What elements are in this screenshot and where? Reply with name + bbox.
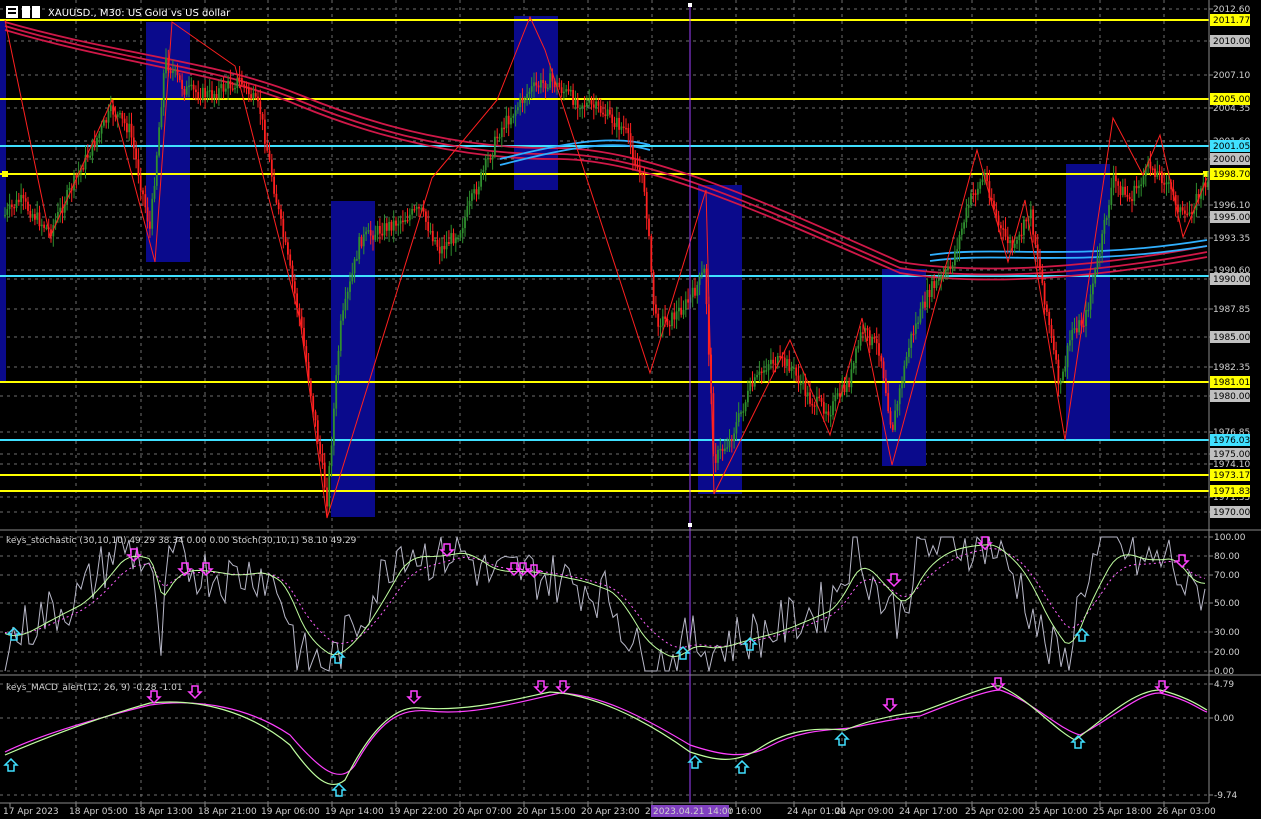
time-axis-label: 24 Apr 17:00 <box>899 807 958 817</box>
price-axis-label: 1980.00 <box>1213 392 1250 402</box>
price-axis-label: 1993.35 <box>1213 234 1250 244</box>
stochastic-axis-label: 80.00 <box>1214 552 1240 562</box>
price-axis-label: 2000.00 <box>1213 155 1250 165</box>
time-axis-label: 18 Apr 13:00 <box>134 807 193 817</box>
stochastic-axis-label: 100.00 <box>1214 533 1246 543</box>
price-axis[interactable]: 2012.602010.002007.102004.352001.602000.… <box>1208 0 1261 530</box>
level-price-label: 1971.83 <box>1213 487 1250 497</box>
crosshair-handle[interactable] <box>688 3 692 7</box>
time-axis-label: 17 Apr 2023 <box>3 807 59 817</box>
macd-label: keys_MACD_alert(12, 26, 9) -0.28 -1.01 <box>6 683 183 693</box>
price-axis-label: 2004.35 <box>1213 104 1250 114</box>
time-cursor-label: 2023.04.21 14:00 <box>653 807 734 817</box>
zone-box <box>0 20 6 382</box>
price-axis-label: 1974.10 <box>1213 460 1250 470</box>
time-axis-label: 19 Apr 14:00 <box>325 807 384 817</box>
symbol-menu-icon-bar <box>8 8 16 10</box>
time-axis-label: 26 Apr 03:00 <box>1157 807 1216 817</box>
price-axis-label: 1970.00 <box>1213 508 1250 518</box>
price-axis-label: 1990.00 <box>1213 275 1250 285</box>
one-click-trading-icon[interactable] <box>22 6 30 18</box>
macd-axis-label: 0.00 <box>1214 714 1234 724</box>
stochastic-axis-label: 30.00 <box>1214 628 1240 638</box>
level-handle[interactable] <box>2 171 8 177</box>
level-price-label: 1973.17 <box>1213 471 1250 481</box>
price-axis-label: 1985.00 <box>1213 333 1250 343</box>
price-axis-label: 1995.00 <box>1213 213 1250 223</box>
time-axis-label: 20 Apr 15:00 <box>517 807 576 817</box>
price-axis-label: 1982.35 <box>1213 363 1250 373</box>
time-axis-label: 25 Apr 10:00 <box>1029 807 1088 817</box>
crosshair-handle[interactable] <box>688 523 692 527</box>
stochastic-axis-label: 20.00 <box>1214 648 1240 658</box>
level-price-label: 2011.77 <box>1213 16 1250 26</box>
level-price-label: 1998.70 <box>1213 170 1250 180</box>
time-axis-label: 24 Apr 09:00 <box>835 807 894 817</box>
price-axis-label: 1996.10 <box>1213 201 1250 211</box>
level-price-label: 2001.05 <box>1213 142 1250 152</box>
zone-box <box>1066 164 1110 440</box>
price-axis-label: 1987.85 <box>1213 305 1250 315</box>
time-axis-label: 25 Apr 02:00 <box>965 807 1024 817</box>
stochastic-axis-label: 0.00 <box>1214 667 1234 677</box>
stochastic-label: keys_stochastic (30,10,10) 49.29 38.34 0… <box>6 536 357 546</box>
price-axis-label: 2007.10 <box>1213 71 1250 81</box>
level-price-label: 2005.00 <box>1213 95 1250 105</box>
macd-axis-label: -9.74 <box>1214 791 1238 801</box>
price-axis-label: 1975.00 <box>1213 450 1250 460</box>
time-axis-label: 25 Apr 18:00 <box>1093 807 1152 817</box>
symbol-menu-icon-bar <box>8 12 16 14</box>
one-click-trading-icon[interactable] <box>32 6 40 18</box>
level-price-label: 1976.03 <box>1213 436 1250 446</box>
time-axis-label: 20 Apr 23:00 <box>581 807 640 817</box>
stochastic-axis-label: 50.00 <box>1214 599 1240 609</box>
stochastic-axis-label: 70.00 <box>1214 571 1240 581</box>
time-axis-label: 18 Apr 05:00 <box>69 807 128 817</box>
price-axis-label: 2012.60 <box>1213 5 1250 15</box>
time-axis-label: r 16:00 <box>729 807 762 817</box>
time-axis-label: 19 Apr 06:00 <box>261 807 320 817</box>
macd-axis-label: 4.79 <box>1214 680 1234 690</box>
mt-chart-window[interactable]: XAUUSD., M30: US Gold vs US dollar 2012.… <box>0 0 1261 819</box>
time-axis-label: 19 Apr 22:00 <box>389 807 448 817</box>
level-price-label: 1981.01 <box>1213 378 1250 388</box>
time-axis-label: 18 Apr 21:00 <box>198 807 257 817</box>
chart-title: XAUUSD., M30: US Gold vs US dollar <box>48 8 231 19</box>
time-axis-label: 20 Apr 07:00 <box>453 807 512 817</box>
price-axis-label: 2010.00 <box>1213 37 1250 47</box>
time-cursor-badge: 2023.04.21 14:00 <box>651 805 734 817</box>
